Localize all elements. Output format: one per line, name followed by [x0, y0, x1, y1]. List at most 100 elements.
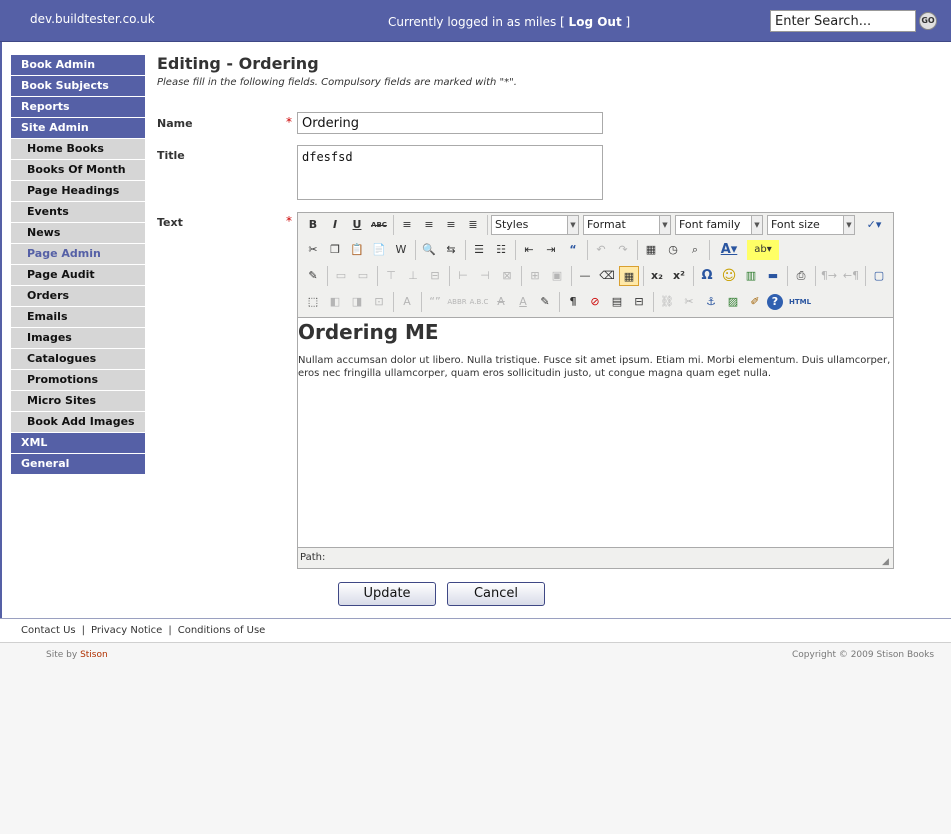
insert-row-before-icon[interactable]: ⊤ — [381, 266, 401, 286]
insert-table-icon[interactable]: ▦ — [619, 266, 639, 286]
bold-button[interactable]: B — [303, 215, 323, 235]
anchor-icon[interactable]: ⚓ — [701, 292, 721, 312]
delete-col-icon[interactable]: ⊠ — [497, 266, 517, 286]
sidebar-item-news[interactable]: News — [11, 223, 145, 243]
styleprops-icon[interactable]: A — [397, 292, 417, 312]
nonbreaking-icon[interactable]: ⊘ — [585, 292, 605, 312]
find-icon[interactable]: 🔍 — [419, 240, 439, 260]
bullet-list-icon[interactable]: ☰ — [469, 240, 489, 260]
move-forward-icon[interactable]: ◧ — [325, 292, 345, 312]
align-left-icon[interactable]: ≡ — [397, 215, 417, 235]
insert-image-icon[interactable]: ▨ — [723, 292, 743, 312]
delete-text-icon[interactable]: A — [491, 292, 511, 312]
privacy-notice-link[interactable]: Privacy Notice — [91, 625, 162, 636]
edit-table-icon[interactable]: ✎ — [303, 266, 323, 286]
redo-icon[interactable]: ↷ — [613, 240, 633, 260]
sidebar-item-book-admin[interactable]: Book Admin — [11, 55, 145, 75]
insert-media-icon[interactable]: ▥ — [741, 266, 761, 286]
move-backward-icon[interactable]: ◨ — [347, 292, 367, 312]
absolute-position-icon[interactable]: ⊡ — [369, 292, 389, 312]
sidebar-item-page-audit[interactable]: Page Audit — [11, 265, 145, 285]
cell-props-icon[interactable]: ▭ — [353, 266, 373, 286]
stison-link[interactable]: Stison — [80, 650, 108, 660]
insert-layer-icon[interactable]: ⬚ — [303, 292, 323, 312]
indent-icon[interactable]: ⇥ — [541, 240, 561, 260]
resize-grip-icon[interactable]: ◢ — [882, 557, 892, 567]
search-input[interactable] — [770, 10, 916, 32]
undo-icon[interactable]: ↶ — [591, 240, 611, 260]
unlink-icon[interactable]: ✂ — [679, 292, 699, 312]
cleanup-icon[interactable]: ✐ — [745, 292, 765, 312]
sidebar-item-books-of-month[interactable]: Books Of Month — [11, 160, 145, 180]
attributes-icon[interactable]: ✎ — [535, 292, 555, 312]
abbr-icon[interactable]: ABBR — [447, 292, 467, 312]
cite-icon[interactable]: “” — [425, 292, 445, 312]
delete-row-icon[interactable]: ⊟ — [425, 266, 445, 286]
rtl-icon[interactable]: ←¶ — [841, 266, 861, 286]
logout-link[interactable]: Log Out — [569, 15, 622, 29]
copy-icon[interactable]: ❐ — [325, 240, 345, 260]
link-icon[interactable]: ⛓ — [657, 292, 677, 312]
align-justify-icon[interactable]: ≣ — [463, 215, 483, 235]
sidebar-item-emails[interactable]: Emails — [11, 307, 145, 327]
align-right-icon[interactable]: ≡ — [441, 215, 461, 235]
text-color-icon[interactable]: A▾ — [713, 240, 745, 260]
sidebar-item-images[interactable]: Images — [11, 328, 145, 348]
outdent-icon[interactable]: ⇤ — [519, 240, 539, 260]
name-input[interactable] — [297, 112, 603, 134]
sidebar-item-book-subjects[interactable]: Book Subjects — [11, 76, 145, 96]
paste-text-icon[interactable]: 📄 — [369, 240, 389, 260]
help-icon[interactable]: ? — [767, 294, 783, 310]
sidebar-item-book-add-images[interactable]: Book Add Images — [11, 412, 145, 432]
insert-date-icon[interactable]: ▦ — [641, 240, 661, 260]
blockquote-icon[interactable]: “ — [563, 240, 583, 260]
preview-icon[interactable]: ⌕ — [685, 240, 705, 260]
underline-button[interactable]: U — [347, 215, 367, 235]
visual-chars-icon[interactable]: ¶ — [563, 292, 583, 312]
font-family-select[interactable]: Font family ▼ — [675, 215, 763, 235]
horizontal-rule-icon[interactable]: — — [575, 266, 595, 286]
sidebar-item-events[interactable]: Events — [11, 202, 145, 222]
emoticons-icon[interactable]: ☺ — [719, 266, 739, 286]
replace-icon[interactable]: ⇆ — [441, 240, 461, 260]
insert-col-before-icon[interactable]: ⊢ — [453, 266, 473, 286]
subscript-icon[interactable]: x₂ — [647, 266, 667, 286]
title-textarea[interactable]: dfesfsd — [297, 145, 603, 200]
insert-time-icon[interactable]: ◷ — [663, 240, 683, 260]
superscript-icon[interactable]: x² — [669, 266, 689, 286]
advanced-hr-icon[interactable]: ▬ — [763, 266, 783, 286]
fullscreen-icon[interactable]: ▢ — [869, 266, 889, 286]
sidebar-item-general[interactable]: General — [11, 454, 145, 474]
font-size-select[interactable]: Font size ▼ — [767, 215, 855, 235]
split-cells-icon[interactable]: ⊞ — [525, 266, 545, 286]
sidebar-item-home-books[interactable]: Home Books — [11, 139, 145, 159]
contact-us-link[interactable]: Contact Us — [21, 625, 76, 636]
sidebar-item-micro-sites[interactable]: Micro Sites — [11, 391, 145, 411]
italic-button[interactable]: I — [325, 215, 345, 235]
numbered-list-icon[interactable]: ☷ — [491, 240, 511, 260]
insert-text-icon[interactable]: A — [513, 292, 533, 312]
conditions-of-use-link[interactable]: Conditions of Use — [178, 625, 266, 636]
cancel-button[interactable]: Cancel — [447, 582, 545, 606]
search-go-button[interactable]: GO — [919, 12, 937, 30]
styles-select[interactable]: Styles ▼ — [491, 215, 579, 235]
row-props-icon[interactable]: ▭ — [331, 266, 351, 286]
paste-icon[interactable]: 📋 — [347, 240, 367, 260]
ltr-icon[interactable]: ¶→ — [819, 266, 839, 286]
editor-content-area[interactable]: Ordering ME Nullam accumsan dolor ut lib… — [298, 317, 893, 548]
remove-format-icon[interactable]: ⌫ — [597, 266, 617, 286]
print-icon[interactable]: ⎙ — [791, 266, 811, 286]
insert-col-after-icon[interactable]: ⊣ — [475, 266, 495, 286]
sidebar-item-catalogues[interactable]: Catalogues — [11, 349, 145, 369]
highlight-color-icon[interactable]: ab▾ — [747, 240, 779, 260]
sidebar-item-page-headings[interactable]: Page Headings — [11, 181, 145, 201]
sidebar-item-site-admin[interactable]: Site Admin — [11, 118, 145, 138]
sidebar-item-reports[interactable]: Reports — [11, 97, 145, 117]
special-char-icon[interactable]: Ω — [697, 266, 717, 286]
html-source-button[interactable]: HTML — [787, 292, 813, 312]
strikethrough-button[interactable]: ABC — [369, 215, 389, 235]
sidebar-item-xml[interactable]: XML — [11, 433, 145, 453]
sidebar-item-page-admin[interactable]: Page Admin — [11, 244, 145, 264]
update-button[interactable]: Update — [338, 582, 436, 606]
sidebar-item-orders[interactable]: Orders — [11, 286, 145, 306]
